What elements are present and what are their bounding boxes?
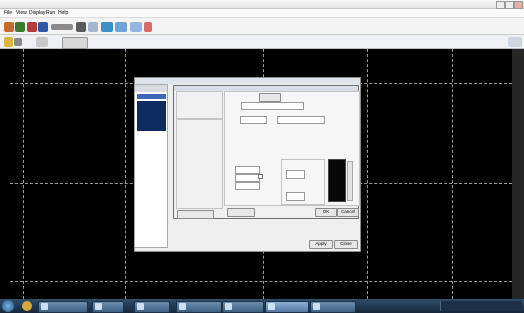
- channel-list: [134, 84, 168, 248]
- cancel-button[interactable]: Cancel: [337, 208, 359, 217]
- table-icon[interactable]: [101, 22, 113, 32]
- grid-line: [10, 281, 512, 282]
- scale-unit-field[interactable]: [286, 192, 305, 201]
- grid-icon[interactable]: [88, 22, 98, 32]
- probe-field[interactable]: [235, 182, 260, 190]
- taskbar-item[interactable]: [134, 301, 170, 313]
- close-button[interactable]: [514, 1, 523, 9]
- probe-icon[interactable]: [76, 22, 86, 32]
- channel-list-dark-block: [137, 101, 166, 131]
- defaults-button[interactable]: [227, 208, 255, 217]
- system-tray: [440, 301, 522, 311]
- start-icon[interactable]: [2, 300, 14, 312]
- channel-name-field[interactable]: [241, 102, 304, 110]
- chart-icon[interactable]: [130, 22, 142, 32]
- grid-line: [125, 49, 126, 299]
- zoom-icon[interactable]: [36, 37, 48, 47]
- type-select[interactable]: [240, 116, 267, 124]
- apply-button[interactable]: Apply: [309, 240, 333, 249]
- advanced-button[interactable]: [177, 210, 214, 219]
- offset-field[interactable]: [235, 166, 260, 174]
- mode-icon[interactable]: [51, 24, 73, 30]
- preview-scrollbar[interactable]: [347, 161, 353, 201]
- maximize-button[interactable]: [505, 1, 514, 9]
- invert-checkbox[interactable]: [258, 174, 263, 179]
- menu-run[interactable]: Run: [46, 10, 55, 16]
- channel-properties-dialog: OK Cancel: [173, 85, 360, 219]
- dropdown-icon[interactable]: [14, 38, 22, 46]
- ok-button[interactable]: OK: [315, 208, 337, 217]
- channel-list-item-selected[interactable]: [137, 94, 166, 99]
- taskbar-item[interactable]: [38, 301, 88, 313]
- menu-bar: File View Display Run Help: [0, 9, 524, 18]
- menu-help[interactable]: Help: [58, 10, 68, 16]
- taskbar-item-active[interactable]: [265, 301, 309, 313]
- range-field[interactable]: [235, 174, 260, 182]
- taskbar-item[interactable]: [310, 301, 356, 313]
- options-group: [176, 119, 223, 209]
- taskbar-item[interactable]: [222, 301, 264, 313]
- measure-icon[interactable]: [115, 22, 127, 32]
- record-icon[interactable]: [27, 22, 37, 32]
- dialog-title-bar: [135, 78, 360, 84]
- menu-file[interactable]: File: [4, 10, 12, 16]
- menu-view[interactable]: View: [16, 10, 27, 16]
- taskbar-item[interactable]: [176, 301, 222, 313]
- channel-icon[interactable]: [4, 37, 13, 47]
- minimize-button[interactable]: [496, 1, 505, 9]
- taskbar: [0, 299, 524, 313]
- grid-line: [367, 49, 368, 299]
- play-icon[interactable]: [38, 22, 48, 32]
- tab-general[interactable]: [259, 93, 281, 102]
- right-scale-panel: [512, 49, 524, 299]
- timebase-select[interactable]: [62, 37, 88, 49]
- menu-display[interactable]: Display: [29, 10, 45, 16]
- title-bar: [0, 0, 524, 9]
- secondary-toolbar: [0, 35, 524, 49]
- scale-value-field[interactable]: [286, 170, 305, 179]
- channel-list-header: [135, 85, 167, 92]
- expand-icon[interactable]: [508, 37, 522, 47]
- mode-group: [176, 91, 223, 119]
- close-dialog-button[interactable]: Close: [334, 240, 358, 249]
- taskbar-item[interactable]: [92, 301, 124, 313]
- coupling-select[interactable]: [277, 116, 325, 124]
- grid-line: [23, 49, 24, 299]
- trigger-icon[interactable]: [144, 22, 152, 32]
- grid-line: [452, 49, 453, 299]
- open-icon[interactable]: [4, 22, 14, 32]
- browser-icon[interactable]: [22, 301, 32, 311]
- preview-box: [328, 159, 346, 202]
- save-icon[interactable]: [15, 22, 25, 32]
- main-toolbar: [0, 18, 524, 35]
